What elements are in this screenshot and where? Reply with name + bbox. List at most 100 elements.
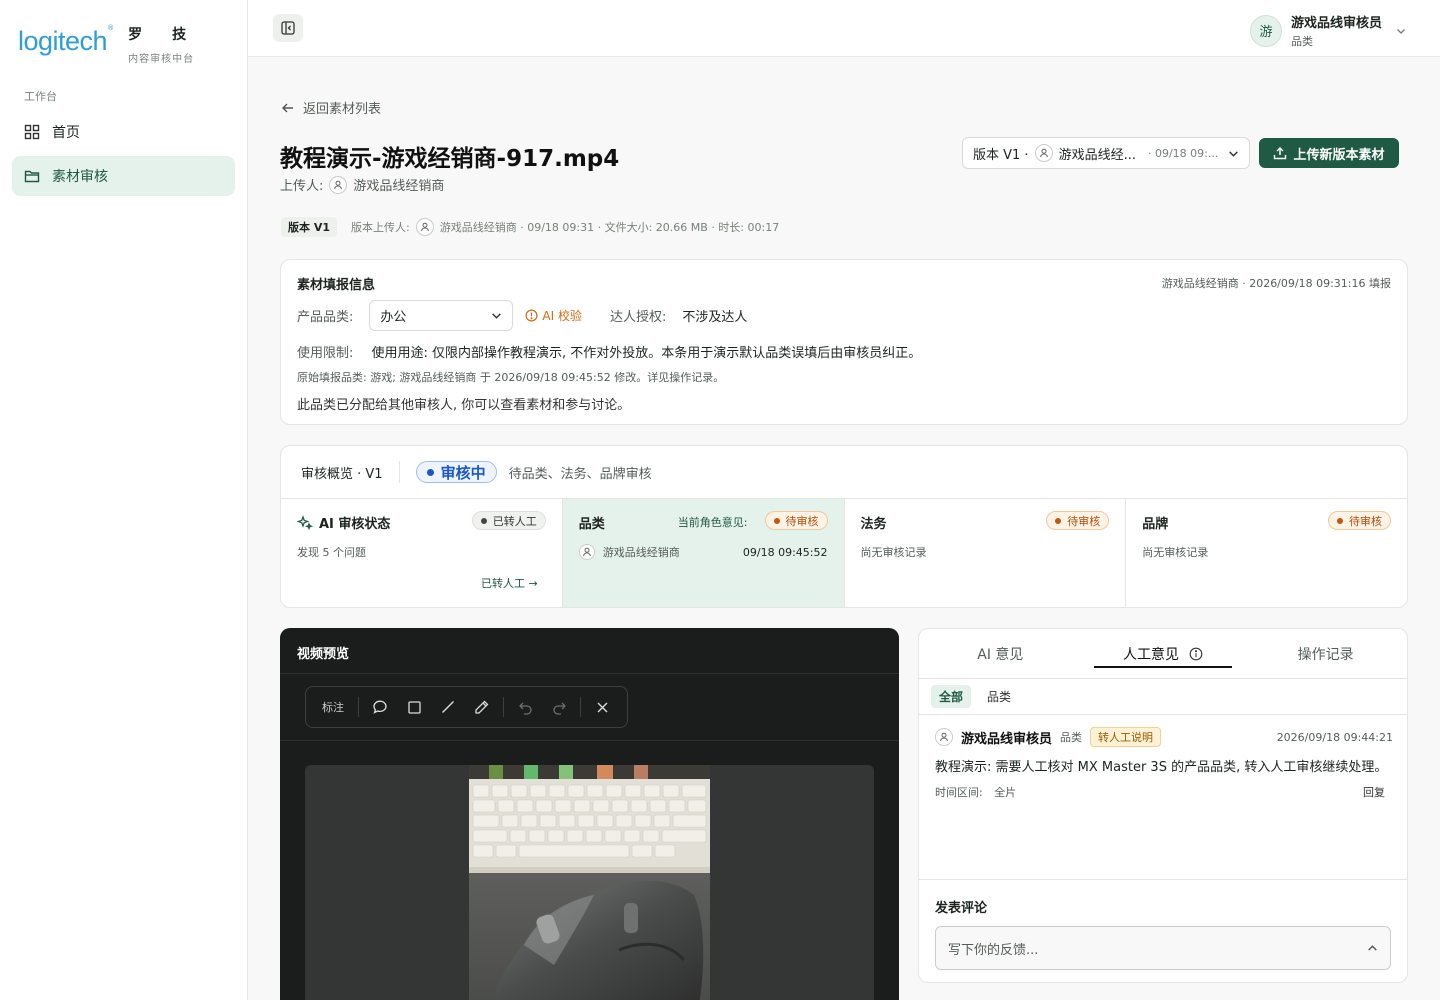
line-icon[interactable] <box>431 690 465 724</box>
ai-check-label: AI 校验 <box>542 309 582 323</box>
pending-note: 待品类、法务、品牌审核 <box>508 466 652 482</box>
user-icon <box>1034 144 1053 162</box>
legal-review-column[interactable]: 法务 待审核 尚无审核记录 <box>845 499 1127 607</box>
user-icon <box>935 728 953 746</box>
video-preview-title: 视频预览 <box>280 628 899 674</box>
category-label: 产品品类: <box>297 310 354 325</box>
post-comment-title: 发表评论 <box>935 901 988 916</box>
version-badge: 版本 V1 <box>281 217 337 237</box>
brand-no-records: 尚无审核记录 <box>1142 546 1209 559</box>
sidebar-item-home[interactable]: 首页 <box>12 112 235 152</box>
transferred-link[interactable]: 已转人工 → <box>481 575 538 591</box>
logo-wordmark: logitech <box>18 26 108 56</box>
ai-column-title: AI 审核状态 <box>319 517 391 532</box>
sidebar-item-material-review[interactable]: 素材审核 <box>12 156 235 196</box>
undo-icon[interactable] <box>508 690 542 724</box>
brand-review-column[interactable]: 品牌 待审核 尚无审核记录 <box>1126 499 1407 607</box>
status-text: 审核中 <box>440 463 486 482</box>
annotate-label: 标注 <box>322 701 344 714</box>
user-icon <box>578 544 595 560</box>
chevron-up-icon[interactable] <box>1367 943 1378 954</box>
version-select-version: 版本 V1 · <box>973 147 1029 163</box>
time-range-label: 时间区间: <box>935 786 983 799</box>
reply-button[interactable]: 回复 <box>1363 784 1385 800</box>
card-title: 素材填报信息 <box>297 278 376 293</box>
assigned-note: 此品类已分配给其他审核人, 你可以查看素材和参与讨论。 <box>297 398 631 413</box>
category-column-title: 品类 <box>578 517 605 532</box>
logo-registered-mark: ® <box>107 24 115 32</box>
filter-category[interactable]: 品类 <box>979 685 1019 708</box>
comment-body: 教程演示: 需要人工核对 MX Master 3S 的产品品类, 转入人工审核继… <box>935 760 1388 775</box>
comment-input-placeholder: 写下你的反馈... <box>948 942 1039 958</box>
upload-button-label: 上传新版本素材 <box>1293 147 1385 163</box>
tab-human-opinion[interactable]: 人工意见 <box>1082 629 1245 678</box>
badge-text: 待审核 <box>785 514 819 528</box>
role-opinion-label: 当前角色意见: <box>677 516 748 529</box>
brand-name-cn: 罗技 <box>128 27 217 43</box>
comment-input[interactable]: 写下你的反馈... <box>935 926 1391 970</box>
annotation-toolbar: 标注 <box>305 686 628 728</box>
uploader-name: 游戏品线经销商 <box>353 179 445 194</box>
sidebar-toggle-icon <box>281 21 295 35</box>
version-meta-label: 版本上传人: <box>351 221 410 234</box>
sidebar: logitech ® 罗技 内容审核中台 工作台 首页 素材审核 <box>0 0 248 1000</box>
category-select[interactable]: 办公 <box>369 300 514 331</box>
ai-status-badge: 已转人工 <box>471 511 546 530</box>
folder-icon <box>24 168 40 184</box>
reviewer-name: 游戏品线经销商 <box>602 546 680 559</box>
page-title: 教程演示-游戏经销商-917.mp4 <box>280 146 620 172</box>
talent-value: 不涉及达人 <box>682 310 748 325</box>
brand-subtitle: 内容审核中台 <box>128 54 195 65</box>
tab-operation-log[interactable]: 操作记录 <box>1244 629 1407 678</box>
sidebar-item-label: 素材审核 <box>52 169 108 185</box>
opinions-panel: AI 意见 人工意见 操作记录 全部 品类 游戏品线审核员 品类 转人工说明 2… <box>918 628 1408 983</box>
chevron-down-icon <box>492 313 502 319</box>
filter-all[interactable]: 全部 <box>931 685 972 708</box>
close-icon[interactable] <box>585 690 619 724</box>
version-select-user: 游戏品线经... <box>1058 147 1136 163</box>
user-icon <box>415 218 434 236</box>
version-select-date: · 09/18 09:... <box>1147 146 1219 160</box>
version-meta-details: 游戏品线经销商 · 09/18 09:31 · 文件大小: 20.66 MB ·… <box>439 221 780 234</box>
review-overview-card: 审核概览 · V1 审核中 待品类、法务、品牌审核 AI 审核状态 已转人工 发… <box>280 445 1408 608</box>
ai-issues-count: 发现 5 个问题 <box>297 546 366 559</box>
ai-check-badge[interactable]: AI 校验 <box>525 307 582 324</box>
legal-no-records: 尚无审核记录 <box>860 546 927 559</box>
category-review-column[interactable]: 品类 当前角色意见: 待审核 游戏品线经销商 09/18 09:45:52 <box>562 499 845 607</box>
talent-label: 达人授权: <box>609 310 667 325</box>
usage-value: 使用用途: 仅限内部操作教程演示, 不作对外投放。本条用于演示默认品类误填后由审… <box>371 346 922 361</box>
redo-icon[interactable] <box>542 690 576 724</box>
user-name: 游戏品线审核员 <box>1290 16 1382 31</box>
back-label: 返回素材列表 <box>303 102 382 117</box>
submission-stamp: 游戏品线经销商 · 2026/09/18 09:31:16 填报 <box>1161 277 1391 290</box>
chevron-down-icon <box>1397 28 1405 34</box>
usage-label: 使用限制: <box>297 346 354 361</box>
tab-label: 人工意见 <box>1123 646 1179 663</box>
rectangle-icon[interactable] <box>397 690 431 724</box>
category-status-badge: 待审核 <box>764 511 828 530</box>
collapse-sidebar-button[interactable] <box>273 14 303 42</box>
grid-icon <box>24 124 40 140</box>
comment-tag: 转人工说明 <box>1090 727 1162 747</box>
user-role: 品类 <box>1290 35 1313 48</box>
video-stage[interactable] <box>305 765 874 1000</box>
legal-column-title: 法务 <box>860 517 887 532</box>
upload-new-version-button[interactable]: 上传新版本素材 <box>1259 138 1399 168</box>
tab-ai-opinion[interactable]: AI 意见 <box>919 629 1082 678</box>
tab-label: 操作记录 <box>1297 646 1354 663</box>
sparkle-icon <box>297 514 313 530</box>
user-menu[interactable]: 游 游戏品线审核员 品类 <box>1249 12 1406 49</box>
comment-author: 游戏品线审核员 <box>961 731 1053 747</box>
ai-review-column: AI 审核状态 已转人工 发现 5 个问题 已转人工 → <box>281 499 563 607</box>
back-to-list-link[interactable]: 返回素材列表 <box>281 98 381 117</box>
version-select[interactable]: 版本 V1 · 游戏品线经... · 09/18 09:... <box>962 137 1250 169</box>
comment-icon[interactable] <box>363 690 397 724</box>
pencil-icon[interactable] <box>465 690 499 724</box>
category-value: 办公 <box>380 310 407 325</box>
brand-column-title: 品牌 <box>1142 517 1169 532</box>
logo[interactable]: logitech ® 罗技 内容审核中台 <box>18 24 216 65</box>
comment-item: 游戏品线审核员 品类 转人工说明 2026/09/18 09:44:21 教程演… <box>935 727 1393 800</box>
topbar: 游 游戏品线审核员 品类 <box>248 0 1440 57</box>
info-icon[interactable] <box>1189 647 1203 661</box>
arrow-left-icon <box>282 103 293 112</box>
